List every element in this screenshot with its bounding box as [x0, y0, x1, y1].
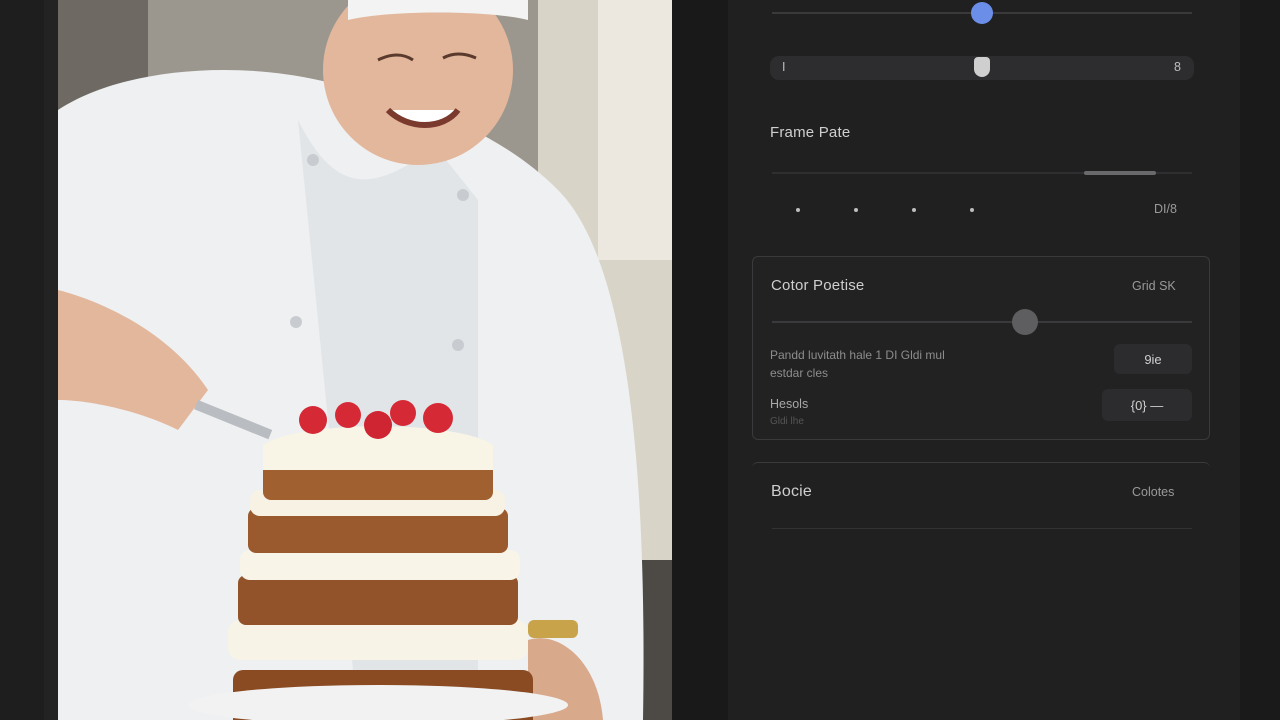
- color-section-title: Cotor Poetise: [771, 277, 865, 294]
- frame-rate-dot-1[interactable]: [796, 208, 800, 212]
- frame-rate-dot-3[interactable]: [912, 208, 916, 212]
- range-min-label: I: [782, 60, 786, 74]
- panel-divider[interactable]: [672, 0, 728, 720]
- resols-label: Hesols: [770, 397, 809, 411]
- resols-stepper[interactable]: {0} —: [1102, 389, 1192, 421]
- bottom-section-divider: [772, 528, 1192, 529]
- frame-rate-dot-4[interactable]: [970, 208, 974, 212]
- right-window-frame: [1240, 0, 1280, 720]
- image-viewer[interactable]: [58, 0, 672, 720]
- bottom-section-action[interactable]: Colotes: [1132, 485, 1174, 499]
- color-desc-line2: estdar cles: [770, 366, 829, 380]
- resols-sublabel: Gldi lhe: [770, 416, 804, 427]
- bottom-section-border: [752, 462, 1210, 471]
- color-slider-knob[interactable]: [1012, 309, 1038, 335]
- bottom-section-title: Bocie: [771, 483, 813, 500]
- chef-cake-photo: [58, 0, 672, 720]
- left-window-frame: [0, 0, 46, 720]
- range-max-label: 8: [1174, 60, 1181, 74]
- color-desc-line1: Pandd luvitath hale 1 DI Gldi mul: [770, 348, 945, 362]
- frame-rate-dot-2[interactable]: [854, 208, 858, 212]
- left-window-edge: [44, 0, 58, 720]
- color-slider-track[interactable]: [772, 321, 1192, 323]
- color-value-pill[interactable]: 9ie: [1114, 344, 1192, 374]
- range-handle[interactable]: [974, 57, 990, 77]
- frame-rate-title: Frame Pate: [770, 124, 851, 141]
- color-section-action[interactable]: Grid SK: [1132, 279, 1176, 293]
- top-slider-knob[interactable]: [971, 2, 993, 24]
- frame-rate-fill: [1084, 171, 1156, 175]
- frame-rate-value: DI/8: [1154, 202, 1177, 216]
- settings-panel: I 8 Frame Pate DI/8 Cotor Poetise Grid S…: [728, 0, 1240, 720]
